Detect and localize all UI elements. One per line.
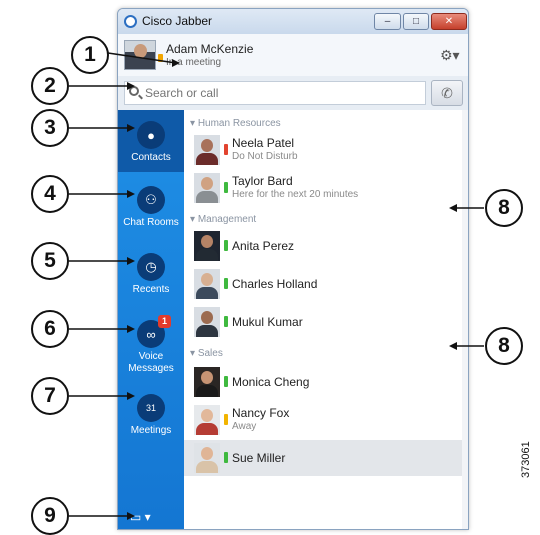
callout-8a: 8 (485, 189, 523, 227)
callout-2: 2 (31, 67, 69, 105)
callout-3: 3 (31, 109, 69, 147)
callout-5: 5 (31, 242, 69, 280)
callout-1: 1 (71, 36, 109, 74)
callout-8b: 8 (485, 327, 523, 365)
callout-9: 9 (31, 497, 69, 535)
callout-7: 7 (31, 377, 69, 415)
callout-6: 6 (31, 310, 69, 348)
callout-leader-lines (69, 52, 484, 520)
callout-4: 4 (31, 175, 69, 213)
